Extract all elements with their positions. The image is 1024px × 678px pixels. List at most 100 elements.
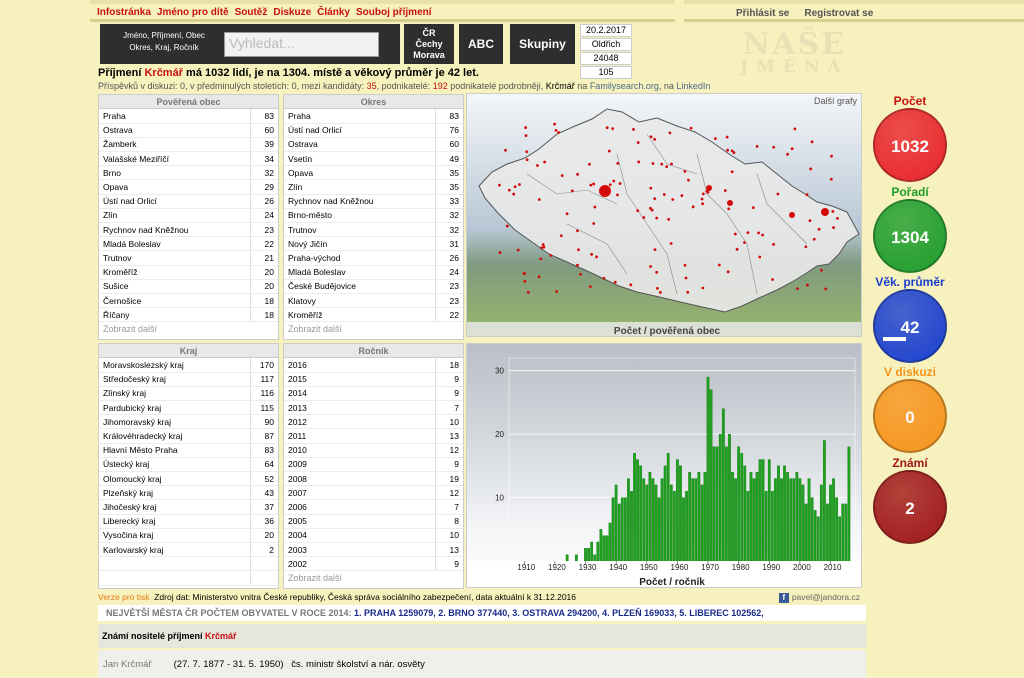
circle-pocet[interactable]: 1032 <box>873 108 947 182</box>
rocnik-name[interactable]: 2012 <box>284 414 435 430</box>
table-row[interactable]: Středočeský kraj 117 <box>99 372 278 387</box>
nav-item-soutez[interactable]: Soutěž <box>235 7 268 18</box>
table-row[interactable]: Jihomoravský kraj 90 <box>99 414 278 430</box>
site-logo[interactable]: NAŠE JMÉNA <box>740 30 849 76</box>
table-row[interactable]: Opava 35 <box>284 165 463 181</box>
okres-name[interactable]: Kroměříž <box>284 307 435 323</box>
table-row[interactable]: 2003 13 <box>284 542 463 558</box>
table-row[interactable]: Trutnov 32 <box>284 222 463 238</box>
okres-name[interactable]: Trutnov <box>284 222 435 238</box>
table-row[interactable]: Trutnov 21 <box>99 250 278 266</box>
rocnik-more-link[interactable]: Zobrazit další <box>284 571 463 585</box>
kraj-name[interactable]: Pardubický kraj <box>99 400 250 416</box>
rocnik-name[interactable]: 2005 <box>284 514 435 529</box>
table-row[interactable]: Rychnov nad Kněžnou 23 <box>99 222 278 238</box>
circle-diskuze[interactable]: 0 <box>873 379 947 453</box>
groups-button[interactable]: Skupiny <box>510 24 575 64</box>
table-row[interactable]: Karlovarský kraj 2 <box>99 542 278 558</box>
rocnik-name[interactable]: 2014 <box>284 386 435 402</box>
table-row[interactable] <box>99 556 278 572</box>
table-row[interactable]: Olomoucký kraj 52 <box>99 471 278 487</box>
obec-more-link[interactable]: Zobrazit další <box>99 322 278 336</box>
table-row[interactable]: Říčany 18 <box>99 307 278 323</box>
table-row[interactable]: Zlínský kraj 116 <box>99 386 278 402</box>
kraj-name[interactable]: Jihočeský kraj <box>99 499 250 515</box>
facebook-icon[interactable]: f <box>778 593 789 603</box>
table-row[interactable]: 2002 9 <box>284 556 463 572</box>
okres-name[interactable]: Brno-město <box>284 208 435 224</box>
circle-poradi[interactable]: 1304 <box>873 199 947 273</box>
rocnik-name[interactable]: 2010 <box>284 443 435 458</box>
table-row[interactable]: 2007 12 <box>284 485 463 501</box>
rocnik-name[interactable]: 2011 <box>284 428 435 444</box>
obec-name[interactable]: Rychnov nad Kněžnou <box>99 222 250 238</box>
rocnik-name[interactable]: 2009 <box>284 457 435 473</box>
okres-name[interactable]: Ostrava <box>284 137 435 153</box>
table-row[interactable]: Rychnov nad Kněžnou 33 <box>284 194 463 209</box>
kraj-name[interactable]: Plzeňský kraj <box>99 485 250 501</box>
okres-name[interactable]: Opava <box>284 165 435 181</box>
table-row[interactable]: Plzeňský kraj 43 <box>99 485 278 501</box>
kraj-name[interactable]: Středočeský kraj <box>99 372 250 387</box>
table-row[interactable]: 2008 19 <box>284 471 463 487</box>
info-name[interactable]: Oldřich <box>580 38 632 51</box>
table-row[interactable]: Sušice 20 <box>99 279 278 294</box>
email-link[interactable]: f pavel@jandora.cz <box>778 592 860 603</box>
table-row[interactable]: Hlavní Město Praha 83 <box>99 443 278 458</box>
table-row[interactable]: Vysočina kraj 20 <box>99 528 278 543</box>
table-row[interactable]: Liberecký kraj 36 <box>99 514 278 529</box>
obec-name[interactable]: Ústí nad Orlicí <box>99 194 250 209</box>
obec-name[interactable]: Kroměříž <box>99 265 250 280</box>
table-row[interactable]: Kroměříž 22 <box>284 307 463 323</box>
kraj-name[interactable]: Ústecký kraj <box>99 457 250 473</box>
table-row[interactable]: 2014 9 <box>284 386 463 402</box>
abc-button[interactable]: ABC <box>459 24 503 64</box>
known-person-name[interactable]: Jan Krčmář <box>103 650 171 678</box>
okres-name[interactable]: Praha <box>284 109 435 124</box>
table-row[interactable]: 2013 7 <box>284 400 463 416</box>
table-row[interactable]: Brno 32 <box>99 165 278 181</box>
obec-name[interactable]: Trutnov <box>99 250 250 266</box>
obec-name[interactable]: Opava <box>99 179 250 195</box>
rocnik-name[interactable]: 2004 <box>284 528 435 543</box>
obec-name[interactable]: Černošice <box>99 293 250 309</box>
kraj-name[interactable]: Moravskoslezský kraj <box>99 358 250 373</box>
nav-item-souboj-prijmeni[interactable]: Souboj příjmení <box>356 7 432 18</box>
rocnik-name[interactable]: 2008 <box>284 471 435 487</box>
kraj-name[interactable]: Olomoucký kraj <box>99 471 250 487</box>
rocnik-name[interactable]: 2007 <box>284 485 435 501</box>
circle-znami[interactable]: 2 <box>873 470 947 544</box>
table-row[interactable]: Ústí nad Orlicí 26 <box>99 194 278 209</box>
obec-name[interactable]: Žamberk <box>99 137 250 153</box>
obec-name[interactable]: Brno <box>99 165 250 181</box>
cr-button[interactable]: ČR Čechy Morava <box>404 24 454 64</box>
table-row[interactable]: 2011 13 <box>284 428 463 444</box>
more-graphs-link[interactable]: Další grafy <box>814 96 858 106</box>
table-row[interactable]: Praha 83 <box>284 109 463 124</box>
kraj-name[interactable]: Jihomoravský kraj <box>99 414 250 430</box>
okres-name[interactable]: Klatovy <box>284 293 435 309</box>
search-input[interactable]: Vyhledat... <box>224 32 379 57</box>
kraj-name[interactable]: Vysočina kraj <box>99 528 250 543</box>
circle-vek[interactable]: 42 <box>873 289 947 363</box>
obec-name[interactable]: Říčany <box>99 307 250 323</box>
okres-more-link[interactable]: Zobrazit další <box>284 322 463 336</box>
table-row[interactable]: Klatovy 23 <box>284 293 463 309</box>
table-row[interactable]: Moravskoslezský kraj 170 <box>99 358 278 373</box>
rocnik-name[interactable]: 2016 <box>284 358 435 373</box>
table-row[interactable]: 2005 8 <box>284 514 463 529</box>
nav-item-jmeno-pro-dite[interactable]: Jméno pro dítě <box>157 7 229 18</box>
rocnik-name[interactable]: 2003 <box>284 542 435 558</box>
kraj-name[interactable]: Liberecký kraj <box>99 514 250 529</box>
table-row[interactable]: Valašské Meziříčí 34 <box>99 151 278 167</box>
kraj-name[interactable]: Hlavní Město Praha <box>99 443 250 458</box>
table-row[interactable]: Nový Jičín 31 <box>284 236 463 252</box>
obec-name[interactable]: Ostrava <box>99 123 250 138</box>
table-row[interactable]: Královéhradecký kraj 87 <box>99 428 278 444</box>
table-row[interactable]: Praha 83 <box>99 109 278 124</box>
known-bearer-row[interactable]: Jan Krčmář (27. 7. 1877 - 31. 5. 1950) č… <box>98 650 866 678</box>
okres-name[interactable]: Praha-východ <box>284 250 435 266</box>
table-row[interactable]: Opava 29 <box>99 179 278 195</box>
okres-name[interactable]: České Budějovice <box>284 279 435 294</box>
rocnik-name[interactable]: 2013 <box>284 400 435 416</box>
